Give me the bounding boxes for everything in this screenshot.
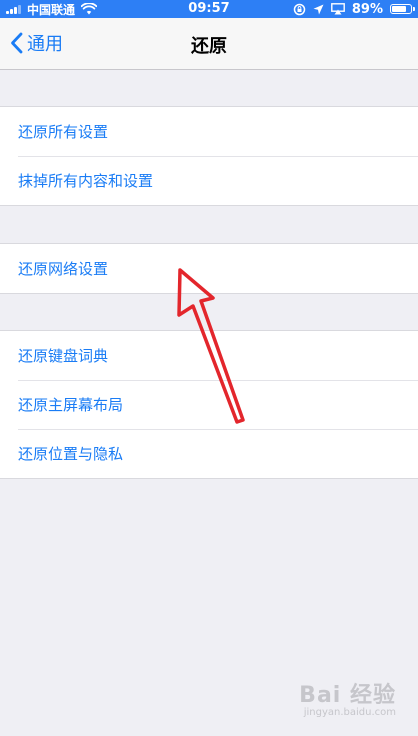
reset-location-privacy-item[interactable]: 还原位置与隐私 [0,429,418,478]
battery-percent: 89% [351,1,383,17]
status-right: 89% [293,1,415,17]
orientation-lock-icon [293,3,306,15]
reset-network-settings-item[interactable]: 还原网络设置 [0,244,418,293]
baidu-watermark: Bai 经验 jingyan.baidu.com [299,677,396,718]
watermark-domain: jingyan.baidu.com [303,707,396,718]
location-icon [313,4,324,14]
list-item-label: 还原所有设置 [18,123,109,141]
reset-all-settings-item[interactable]: 还原所有设置 [0,107,418,156]
battery-icon [390,4,415,14]
reset-group-1: 还原所有设置 抹掉所有内容和设置 [0,106,418,206]
reset-group-3: 还原键盘词典 还原主屏幕布局 还原位置与隐私 [0,330,418,479]
watermark-brand: Bai 经验 [299,683,396,708]
list-item-label: 还原位置与隐私 [18,445,124,463]
reset-group-2: 还原网络设置 [0,243,418,294]
list-item-label: 还原主屏幕布局 [18,396,124,414]
list-item-label: 还原网络设置 [18,260,109,278]
page-title: 还原 [191,36,227,57]
airplay-icon [330,3,345,15]
battery-fill [392,6,406,12]
status-bar: 中国联通 09:57 89% [0,0,418,18]
nav-bar: 通用 还原 [0,18,418,70]
reset-home-screen-layout-item[interactable]: 还原主屏幕布局 [0,380,418,429]
list-item-label: 还原键盘词典 [18,347,109,365]
list-item-label: 抹掉所有内容和设置 [18,172,154,190]
phone-screen: 中国联通 09:57 89% 通用 还原 还原所有设置 抹掉所有内容和设置 还原… [0,0,418,736]
erase-all-content-item[interactable]: 抹掉所有内容和设置 [0,156,418,205]
reset-keyboard-dictionary-item[interactable]: 还原键盘词典 [0,331,418,380]
